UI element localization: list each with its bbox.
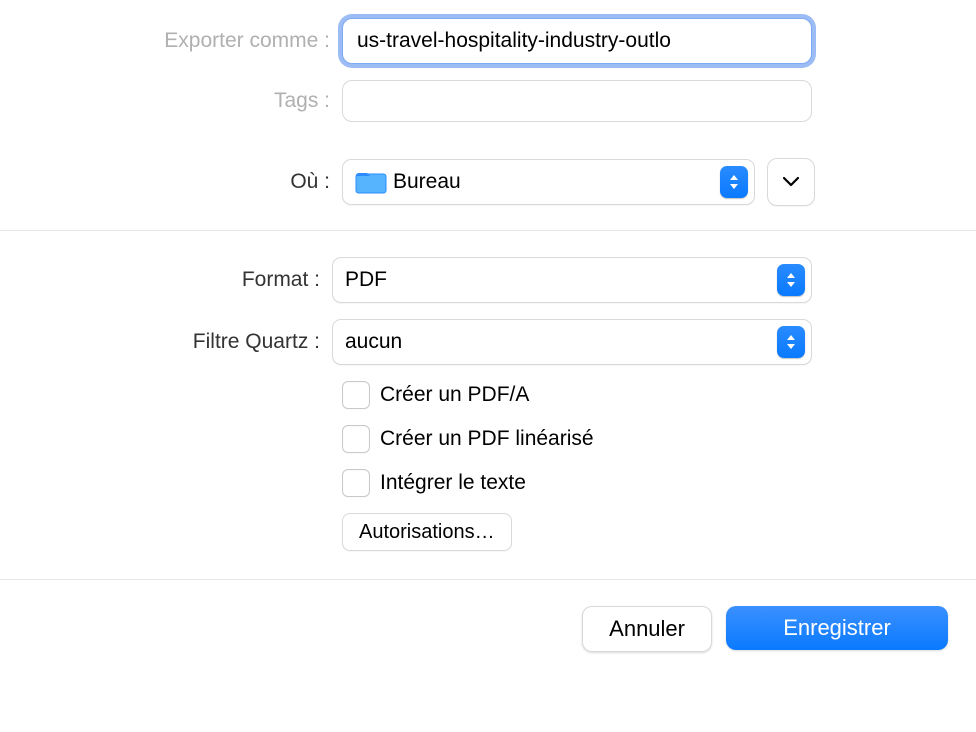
where-value: Bureau — [393, 170, 720, 194]
top-section: Exporter comme : Tags : Où : — [0, 0, 976, 230]
permissions-button[interactable]: Autorisations… — [342, 513, 512, 551]
create-pdfa-label: Créer un PDF/A — [380, 383, 529, 407]
quartz-value: aucun — [345, 330, 777, 354]
updown-icon — [777, 326, 805, 358]
cancel-button[interactable]: Annuler — [582, 606, 712, 652]
quartz-label: Filtre Quartz : — [20, 330, 320, 354]
tags-label: Tags : — [20, 89, 330, 113]
format-value: PDF — [345, 268, 777, 292]
chevron-down-icon — [782, 176, 800, 188]
export-as-label: Exporter comme : — [20, 29, 330, 53]
where-popup[interactable]: Bureau — [342, 159, 755, 205]
embed-text-checkbox[interactable] — [342, 469, 370, 497]
bottom-section: Annuler Enregistrer — [0, 580, 976, 670]
format-label: Format : — [20, 268, 320, 292]
create-pdfa-checkbox[interactable] — [342, 381, 370, 409]
save-button[interactable]: Enregistrer — [726, 606, 948, 650]
quartz-filter-popup[interactable]: aucun — [332, 319, 812, 365]
expand-location-button[interactable] — [767, 158, 815, 206]
where-label: Où : — [20, 170, 330, 194]
create-linear-label: Créer un PDF linéarisé — [380, 427, 594, 451]
export-dialog: Exporter comme : Tags : Où : — [0, 0, 976, 732]
filename-input[interactable] — [342, 18, 812, 64]
create-linear-checkbox[interactable] — [342, 425, 370, 453]
format-popup[interactable]: PDF — [332, 257, 812, 303]
embed-text-label: Intégrer le texte — [380, 471, 526, 495]
middle-section: Format : PDF Filtre Quartz : aucun — [0, 230, 976, 580]
updown-icon — [720, 166, 748, 198]
tags-input[interactable] — [342, 80, 812, 122]
updown-icon — [777, 264, 805, 296]
folder-icon — [355, 170, 387, 194]
